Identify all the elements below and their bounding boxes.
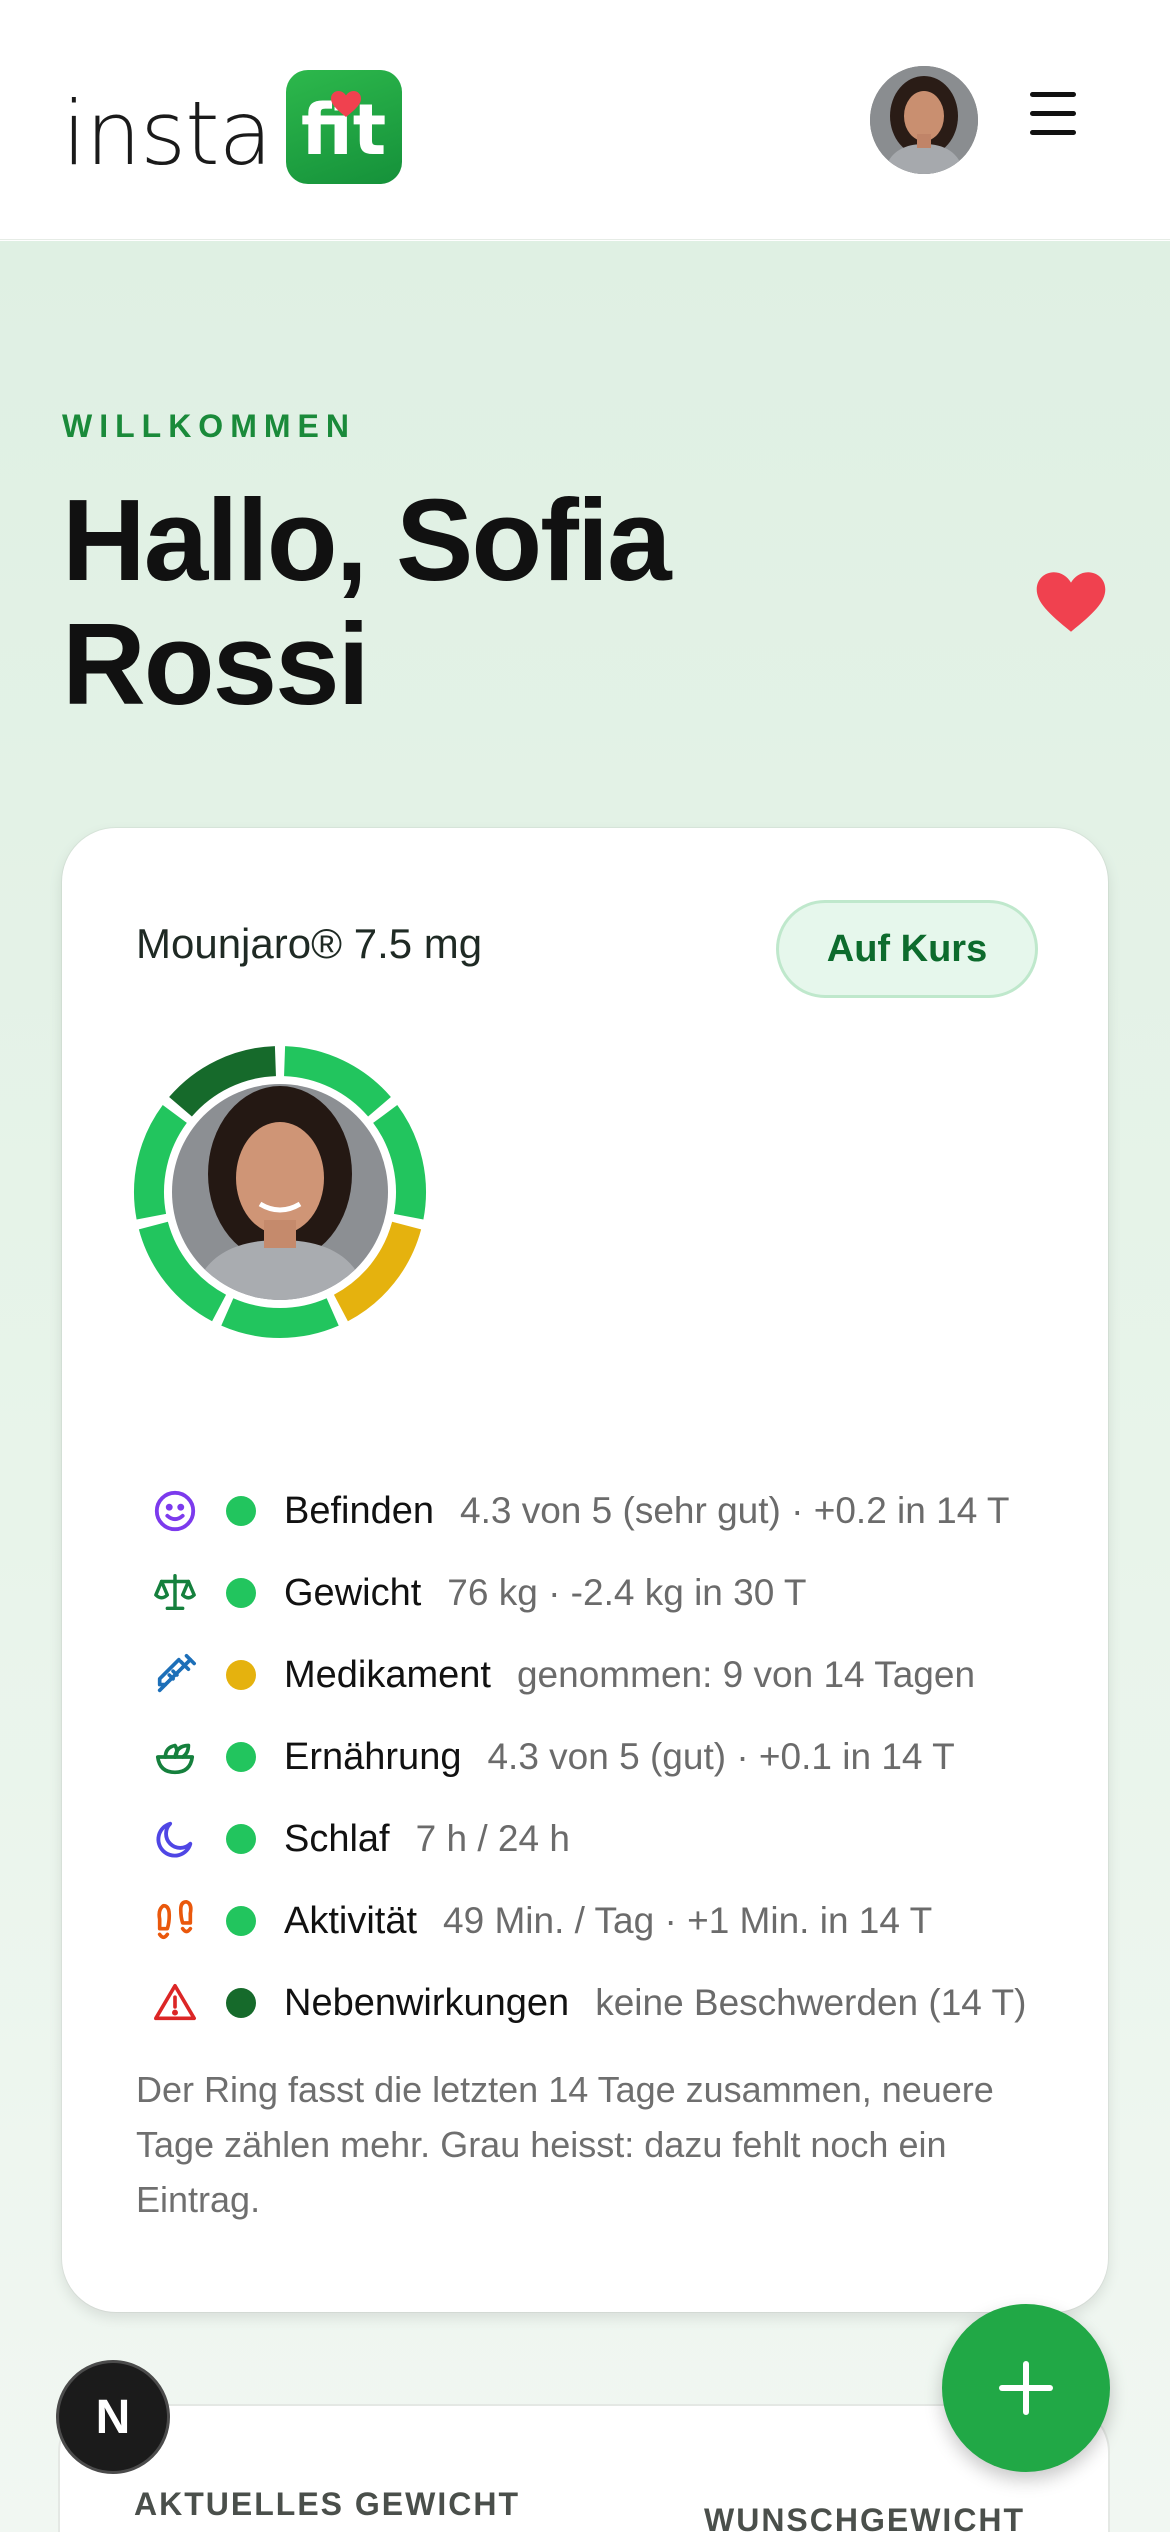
profile-avatar[interactable] (870, 66, 978, 174)
metric-value: 76 kg · -2.4 kg in 30 T (447, 1572, 807, 1613)
metrics-list: Befinden 4.3 von 5 (sehr gut) · +0.2 in 1… (150, 1470, 1110, 2044)
status-card: Mounjaro® 7.5 mg Auf Kurs Befinden 4.3 vo… (62, 828, 1108, 2312)
metric-label: Aktivität (284, 1899, 418, 1942)
status-dot (226, 1660, 256, 1690)
metric-value: genommen: 9 von 14 Tagen (516, 1654, 976, 1695)
ring-footnote: Der Ring fasst die letzten 14 Tage zusam… (136, 2069, 994, 2220)
status-dot (226, 1906, 256, 1936)
metric-value: 49 Min. / Tag · +1 Min. in 14 T (443, 1900, 933, 1941)
logo-badge: fit (285, 70, 402, 184)
smiley-icon (150, 1486, 200, 1536)
metric-row-schlaf[interactable]: Schlaf 7 h / 24 h (150, 1798, 1110, 1880)
metric-row-gewicht[interactable]: Gewicht 76 kg · -2.4 kg in 30 T (150, 1552, 1110, 1634)
hamburger-line (1030, 130, 1076, 135)
metric-row-medikament[interactable]: Medikament genommen: 9 von 14 Tagen (150, 1634, 1110, 1716)
metric-label: Ernährung (284, 1735, 462, 1778)
ring-segment-ernährung (221, 1298, 339, 1338)
metric-label: Nebenwirkungen (284, 1981, 570, 2024)
footprints-icon (150, 1896, 200, 1946)
status-dot (226, 1824, 256, 1854)
page-title: Hallo, Sofia Rossi (62, 475, 672, 729)
target-weight-label: WUNSCHGEWICHT (704, 2502, 1026, 2532)
heart-icon (330, 91, 361, 117)
plus-icon (999, 2361, 1053, 2415)
status-dot (226, 1496, 256, 1526)
hamburger-menu-icon (1030, 92, 1076, 97)
medication-name: Mounjaro® 7.5 mg (136, 920, 483, 967)
metric-row-ernährung[interactable]: Ernährung 4.3 von 5 (gut) · +0.1 in 14 T (150, 1716, 1110, 1798)
metric-value: 7 h / 24 h (415, 1818, 570, 1859)
metric-value: keine Beschwerden (14 T) (595, 1982, 1027, 2023)
status-dot (226, 1578, 256, 1608)
status-badge[interactable]: Auf Kurs (776, 900, 1038, 998)
metric-label: Befinden (284, 1489, 435, 1532)
dev-tools-badge[interactable]: N (56, 2360, 170, 2474)
progress-ring[interactable] (132, 1044, 428, 1340)
heart-icon (1036, 572, 1106, 632)
salad-bowl-icon (150, 1732, 200, 1782)
avatar-photo (870, 66, 978, 174)
hamburger-line (1030, 111, 1076, 116)
metric-row-befinden[interactable]: Befinden 4.3 von 5 (sehr gut) · +0.2 in 1… (150, 1470, 1110, 1552)
menu-button[interactable] (1030, 92, 1082, 148)
syringe-icon (150, 1650, 200, 1700)
app-header: insta fit (0, 0, 1170, 240)
add-entry-button[interactable] (942, 2304, 1110, 2472)
logo-text: insta (62, 82, 272, 185)
welcome-eyebrow: WILLKOMMEN (62, 408, 356, 444)
instafit-logo[interactable]: insta fit (62, 68, 402, 184)
metric-label: Medikament (284, 1653, 491, 1696)
metric-row-nebenwirkungen[interactable]: Nebenwirkungen keine Beschwerden (14 T) (150, 1962, 1110, 2044)
status-dot (226, 1988, 256, 2018)
metric-row-aktivität[interactable]: Aktivität 49 Min. / Tag · +1 Min. in 14 T (150, 1880, 1110, 1962)
metric-value: 4.3 von 5 (gut) · +0.1 in 14 T (487, 1736, 955, 1777)
warning-triangle-icon (150, 1978, 200, 2028)
moon-icon (150, 1814, 200, 1864)
status-dot (226, 1742, 256, 1772)
scale-icon (150, 1568, 200, 1618)
metric-value: 4.3 von 5 (sehr gut) · +0.2 in 14 T (460, 1490, 1010, 1531)
current-weight-label: AKTUELLES GEWICHT (134, 2486, 520, 2522)
metric-label: Schlaf (284, 1817, 390, 1860)
metric-label: Gewicht (284, 1571, 422, 1614)
